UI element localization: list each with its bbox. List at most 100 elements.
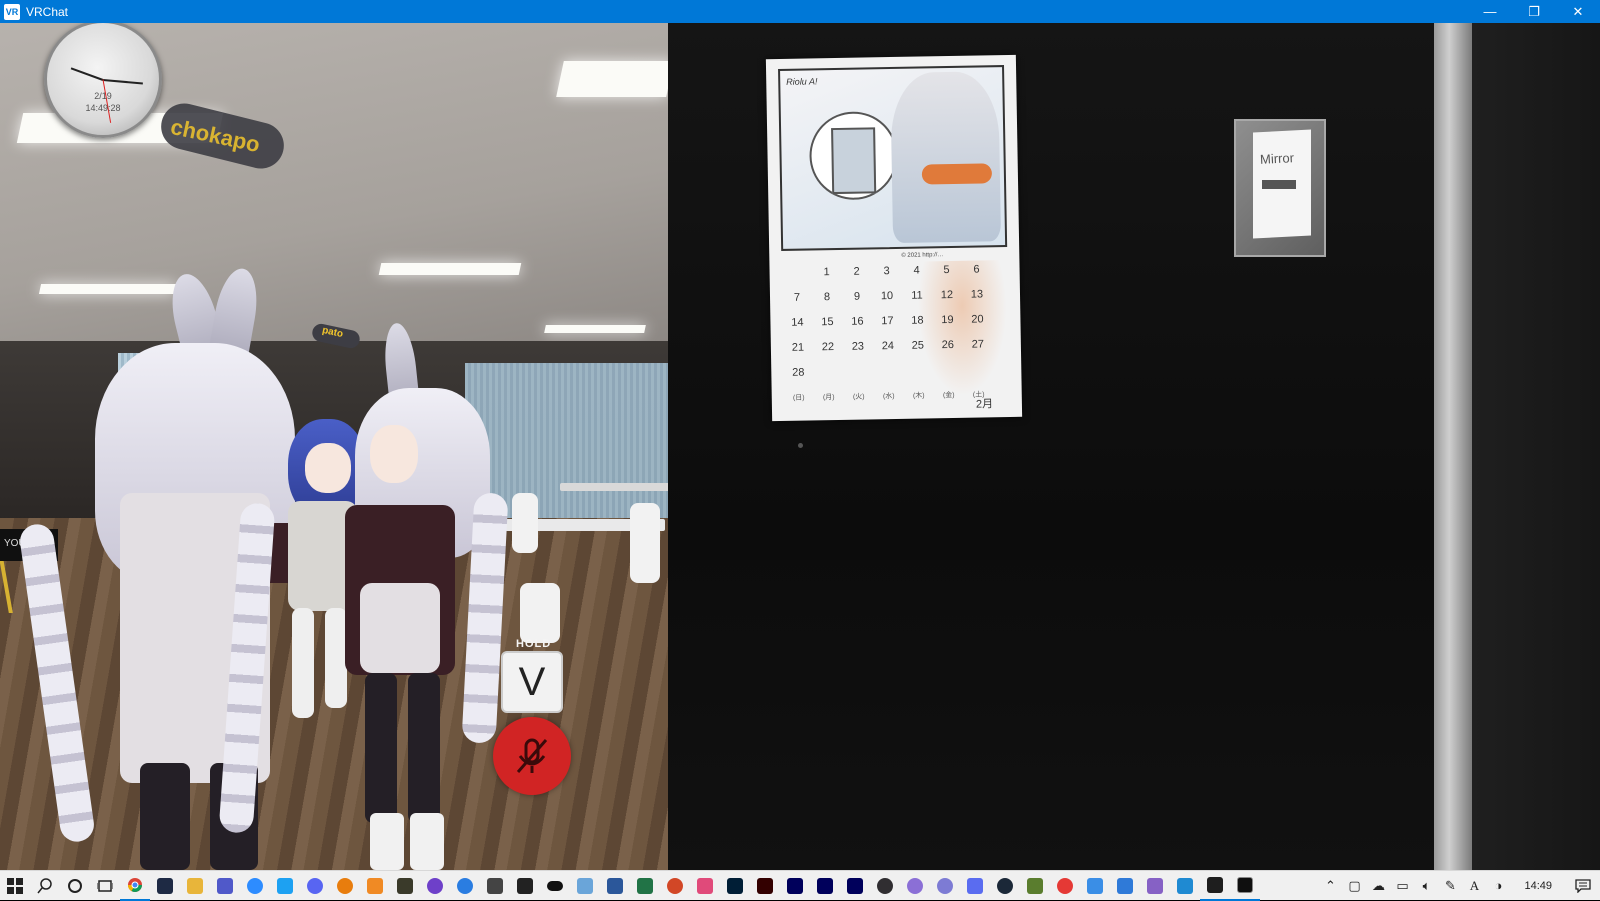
taskbar-app-icon[interactable]: [1080, 871, 1110, 901]
unity-icon[interactable]: [480, 871, 510, 901]
calendar-day: 23: [851, 340, 865, 353]
ceiling-light: [556, 61, 668, 97]
app-glyph: [1057, 877, 1073, 894]
calendar-day: 26: [941, 338, 955, 352]
twitter-icon[interactable]: [270, 871, 300, 901]
app-glyph: [847, 877, 863, 894]
app-glyph: [907, 877, 923, 894]
visual-studio-icon[interactable]: [1140, 871, 1170, 901]
taskbar-app-icon[interactable]: [930, 871, 960, 901]
discord-icon[interactable]: [300, 871, 330, 901]
app-glyph: [457, 877, 473, 894]
taskbar-app-icon[interactable]: [690, 871, 720, 901]
chair: [630, 503, 660, 583]
app-glyph: [367, 877, 383, 894]
calendar-day: [963, 363, 993, 389]
avatar-leg: [365, 673, 397, 823]
calendar-footer: © 2021 http://…: [901, 252, 944, 259]
app-glyph: [697, 877, 713, 894]
app-glyph: [1177, 877, 1193, 894]
calendar-day: 22: [821, 341, 835, 354]
volume-icon[interactable]: 🔈︎: [1414, 871, 1438, 901]
obs-icon[interactable]: [870, 871, 900, 901]
notepad-icon[interactable]: [570, 871, 600, 901]
file-explorer-icon[interactable]: [180, 871, 210, 901]
windows-logo-glyph: [7, 877, 23, 894]
weekday-label: (水): [882, 393, 895, 401]
teams-icon[interactable]: [210, 871, 240, 901]
window-titlebar: VR VRChat — ❐ ✕: [0, 0, 1600, 23]
ceiling-light: [544, 325, 646, 333]
taskbar-app-icon[interactable]: [150, 871, 180, 901]
calendar-day: 14: [791, 316, 804, 329]
app-glyph: [577, 877, 593, 894]
meet-now-icon[interactable]: ▢: [1342, 871, 1366, 901]
taskbar-app-icon[interactable]: [390, 871, 420, 901]
calendar-day: 12: [940, 288, 954, 302]
game-viewport[interactable]: YOU chokapo pato 2/19 14:49:28 HOLD V Ri…: [0, 23, 1600, 870]
taskbar-app-icon[interactable]: [960, 871, 990, 901]
calendar-day: 1: [823, 266, 830, 279]
github-icon[interactable]: [420, 871, 450, 901]
minecraft-icon[interactable]: [1020, 871, 1050, 901]
calendar-day: [813, 366, 843, 392]
maps-icon[interactable]: [450, 871, 480, 901]
taskbar-clock[interactable]: 14:49: [1510, 880, 1566, 892]
chrome-icon[interactable]: [120, 871, 150, 901]
app-glyph: [217, 877, 233, 894]
app-glyph: [247, 877, 263, 894]
calendar-day: 20: [971, 313, 984, 326]
art-phone: [831, 127, 877, 195]
word-icon[interactable]: [600, 871, 630, 901]
restore-button[interactable]: ❐: [1512, 0, 1556, 23]
taskbar-app-icon[interactable]: [1110, 871, 1140, 901]
app-glyph: [667, 877, 683, 894]
ceiling-light: [38, 284, 177, 294]
minimize-button[interactable]: —: [1468, 0, 1512, 23]
search-icon[interactable]: [30, 871, 60, 901]
calendar-day: 8: [823, 291, 831, 304]
task-view-glyph: [97, 879, 113, 892]
calendar-artwork: Riolu A!: [778, 65, 1008, 251]
calendar-day: 21: [791, 341, 805, 354]
ime-icon[interactable]: A: [1462, 871, 1486, 901]
blender-icon[interactable]: [330, 871, 360, 901]
cortana-icon[interactable]: [60, 871, 90, 901]
oculus-icon[interactable]: [540, 871, 570, 901]
zoom-icon[interactable]: [240, 871, 270, 901]
calendar-day: [933, 364, 963, 390]
pen-icon[interactable]: ✎: [1438, 871, 1462, 901]
wall-dot: [798, 443, 803, 448]
steam-icon[interactable]: [990, 871, 1020, 901]
calendar-day: 28: [792, 366, 805, 379]
notification-icon[interactable]: [1566, 871, 1600, 901]
excel-icon[interactable]: [630, 871, 660, 901]
after-effects-icon[interactable]: [840, 871, 870, 901]
illustrator-icon[interactable]: [750, 871, 780, 901]
chevron-up-icon[interactable]: ⌃: [1318, 871, 1342, 901]
app-glyph: [1237, 876, 1253, 893]
vrchat-icon[interactable]: [1230, 871, 1260, 901]
weekday-label: (金): [942, 391, 955, 400]
ime-mode-icon[interactable]: ◑: [1486, 871, 1510, 901]
taskbar-app-icon[interactable]: [900, 871, 930, 901]
task-view-icon[interactable]: [90, 871, 120, 901]
app-glyph: [937, 877, 953, 894]
close-button[interactable]: ✕: [1556, 0, 1600, 23]
taskbar-app-icon[interactable]: [1050, 871, 1080, 901]
media-encoder-icon[interactable]: [780, 871, 810, 901]
epic-games-icon[interactable]: [510, 871, 540, 901]
powerpoint-icon[interactable]: [660, 871, 690, 901]
terminal-icon[interactable]: [1200, 871, 1230, 901]
network-icon[interactable]: ▭: [1390, 871, 1414, 901]
app-glyph: [397, 877, 413, 894]
vscode-icon[interactable]: [1170, 871, 1200, 901]
photoshop-icon[interactable]: [720, 871, 750, 901]
premiere-icon[interactable]: [810, 871, 840, 901]
taskbar-app-icon[interactable]: [360, 871, 390, 901]
app-glyph: [1117, 877, 1133, 894]
onedrive-icon[interactable]: ☁: [1366, 871, 1390, 901]
app-glyph: [637, 877, 653, 894]
start-icon[interactable]: [0, 871, 30, 901]
table: [560, 483, 668, 491]
